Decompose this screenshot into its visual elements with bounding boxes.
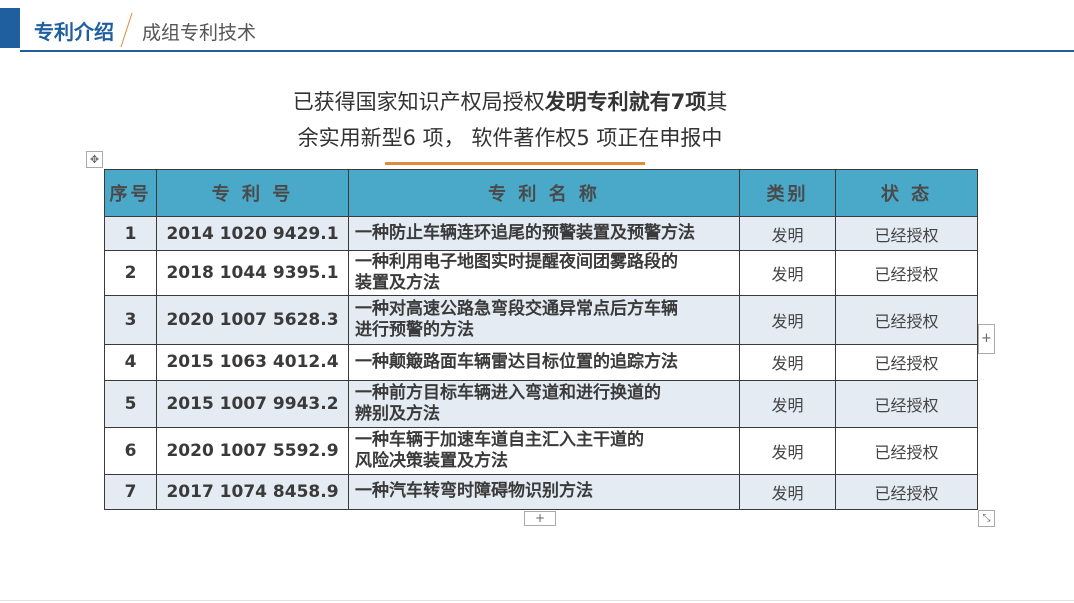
cell-status[interactable]: 已经授权 bbox=[835, 473, 978, 511]
add-row-button[interactable]: + bbox=[524, 511, 556, 526]
table-row[interactable]: 3 2020 1007 5628.3 一种对高速公路急弯段交通异常点后方车辆 进行预… bbox=[104, 295, 978, 346]
cell-status[interactable]: 已经授权 bbox=[835, 295, 978, 346]
table-resize-handle-icon[interactable]: ⤡ bbox=[978, 510, 995, 527]
cell-patent-no[interactable]: 2017 1074 8458.9 bbox=[156, 473, 349, 511]
header-patent-no[interactable]: 专 利 号 bbox=[156, 169, 349, 217]
cell-status[interactable]: 已经授权 bbox=[835, 379, 978, 428]
cell-status[interactable]: 已经授权 bbox=[835, 426, 978, 475]
cell-seq[interactable]: 7 bbox=[104, 473, 157, 511]
cell-type[interactable]: 发明 bbox=[739, 215, 836, 252]
intro-line-1-bold: 发明专利就有7项 bbox=[544, 90, 707, 114]
cell-patent-no[interactable]: 2020 1007 5592.9 bbox=[156, 426, 349, 475]
intro-underline bbox=[385, 162, 645, 165]
cell-seq[interactable]: 1 bbox=[104, 215, 157, 252]
cell-patent-no[interactable]: 2015 1063 4012.4 bbox=[156, 344, 349, 381]
cell-type[interactable]: 发明 bbox=[739, 473, 836, 511]
table-row[interactable]: 4 2015 1063 4012.4 一种颠簸路面车辆雷达目标位置的追踪方法 发明 已经… bbox=[104, 344, 978, 381]
header-patent-name[interactable]: 专 利 名 称 bbox=[348, 169, 740, 217]
cell-type[interactable]: 发明 bbox=[739, 426, 836, 475]
header-rule bbox=[20, 50, 1074, 52]
cell-patent-no[interactable]: 2018 1044 9395.1 bbox=[156, 250, 349, 297]
cell-patent-name[interactable]: 一种汽车转弯时障碍物识别方法 bbox=[348, 473, 740, 511]
add-column-button[interactable]: + bbox=[978, 324, 995, 354]
cell-patent-name[interactable]: 一种颠簸路面车辆雷达目标位置的追踪方法 bbox=[348, 344, 740, 381]
cell-type[interactable]: 发明 bbox=[739, 344, 836, 381]
header-divider bbox=[120, 12, 133, 48]
patent-table: 序号 专 利 号 专 利 名 称 类别 状 态 1 2014 1020 9429.… bbox=[104, 169, 978, 511]
cell-patent-name[interactable]: 一种防止车辆连环追尾的预警装置及预警方法 bbox=[348, 215, 740, 252]
cell-seq[interactable]: 5 bbox=[104, 379, 157, 428]
cell-patent-name[interactable]: 一种对高速公路急弯段交通异常点后方车辆 进行预警的方法 bbox=[348, 295, 740, 346]
cell-seq[interactable]: 3 bbox=[104, 295, 157, 346]
table-row[interactable]: 7 2017 1074 8458.9 一种汽车转弯时障碍物识别方法 发明 已经授权 bbox=[104, 473, 978, 511]
page-title: 专利介绍 bbox=[34, 20, 114, 44]
cell-seq[interactable]: 2 bbox=[104, 250, 157, 297]
cell-status[interactable]: 已经授权 bbox=[835, 250, 978, 297]
cell-status[interactable]: 已经授权 bbox=[835, 215, 978, 252]
header-seq[interactable]: 序号 bbox=[104, 169, 157, 217]
header-status[interactable]: 状 态 bbox=[835, 169, 978, 217]
table-row[interactable]: 5 2015 1007 9943.2 一种前方目标车辆进入弯道和进行换道的 辨别及方… bbox=[104, 379, 978, 428]
intro-line-1-post: 其 bbox=[706, 90, 728, 114]
cell-status[interactable]: 已经授权 bbox=[835, 344, 978, 381]
cell-type[interactable]: 发明 bbox=[739, 295, 836, 346]
header-type[interactable]: 类别 bbox=[739, 169, 836, 217]
cell-patent-no[interactable]: 2020 1007 5628.3 bbox=[156, 295, 349, 346]
cell-seq[interactable]: 4 bbox=[104, 344, 157, 381]
header-accent-bar bbox=[0, 8, 20, 48]
intro-line-1-pre: 已获得国家知识产权局授权 bbox=[292, 90, 545, 114]
cell-patent-name[interactable]: 一种利用电子地图实时提醒夜间团雾路段的 装置及方法 bbox=[348, 250, 740, 297]
cell-type[interactable]: 发明 bbox=[739, 379, 836, 428]
cell-type[interactable]: 发明 bbox=[739, 250, 836, 297]
cell-patent-name[interactable]: 一种前方目标车辆进入弯道和进行换道的 辨别及方法 bbox=[348, 379, 740, 428]
intro-line-2: 余实用新型6 项， 软件著作权5 项正在申报中 bbox=[297, 126, 723, 150]
cell-patent-name[interactable]: 一种车辆于加速车道自主汇入主干道的 风险决策装置及方法 bbox=[348, 426, 740, 475]
cell-seq[interactable]: 6 bbox=[104, 426, 157, 475]
table-row[interactable]: 6 2020 1007 5592.9 一种车辆于加速车道自主汇入主干道的 风险决策装… bbox=[104, 426, 978, 475]
table-move-handle-icon[interactable]: ✥ bbox=[86, 151, 103, 168]
bottom-rule bbox=[0, 600, 1074, 601]
table-row[interactable]: 2 2018 1044 9395.1 一种利用电子地图实时提醒夜间团雾路段的 装置及… bbox=[104, 250, 978, 297]
cell-patent-no[interactable]: 2014 1020 9429.1 bbox=[156, 215, 349, 252]
page-subtitle: 成组专利技术 bbox=[142, 22, 257, 44]
table-row[interactable]: 1 2014 1020 9429.1 一种防止车辆连环追尾的预警装置及预警方法 发明已… bbox=[104, 215, 978, 252]
cell-patent-no[interactable]: 2015 1007 9943.2 bbox=[156, 379, 349, 428]
table-header-row: 序号 专 利 号 专 利 名 称 类别 状 态 bbox=[104, 169, 978, 217]
intro-line-1: 已获得国家知识产权局授权发明专利就有7项其 bbox=[260, 86, 760, 116]
